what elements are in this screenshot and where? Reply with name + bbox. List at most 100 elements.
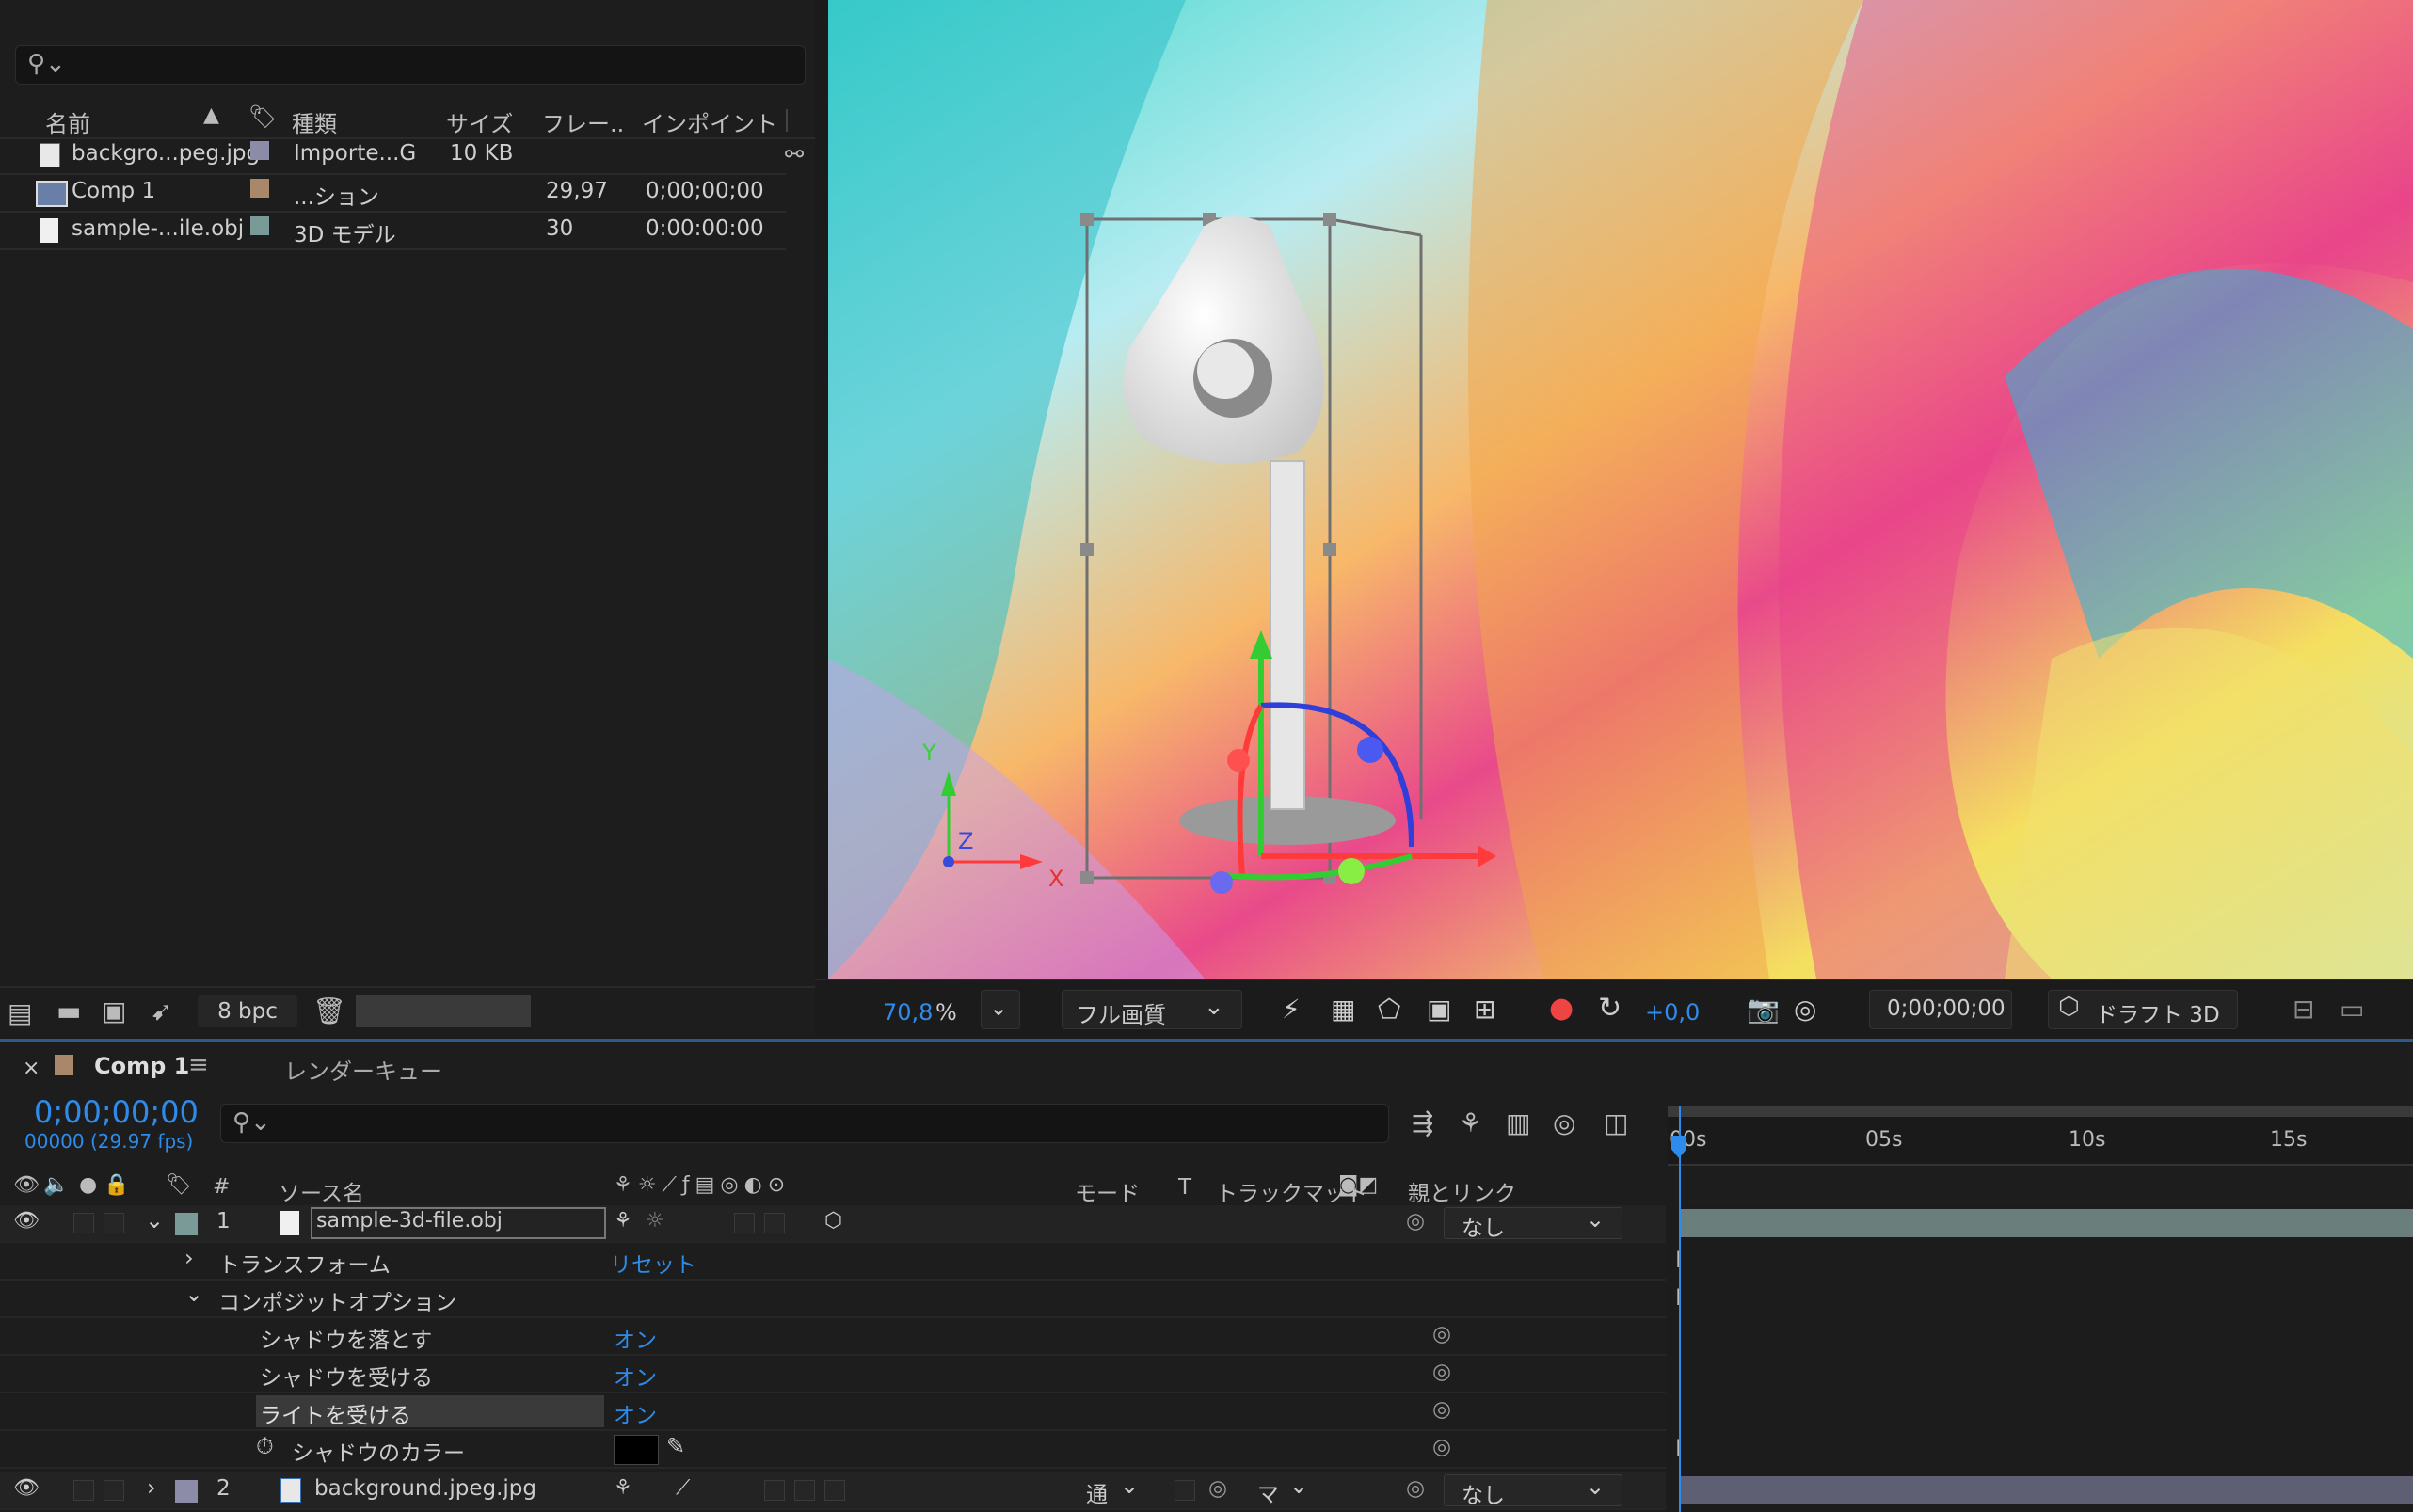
draft-3d-toggle[interactable]: ⬡ ドラフト 3D	[2048, 990, 2238, 1029]
pick-whip-icon[interactable]: ◎	[1406, 1209, 1425, 1233]
flowchart-icon[interactable]: ⚯	[785, 141, 804, 167]
project-item[interactable]: Comp 1 ...ション 29,97 0;00;00;00	[0, 175, 786, 213]
track-area[interactable]: I I I	[1668, 1205, 2413, 1512]
column-type[interactable]: 種類	[292, 105, 337, 138]
shy-layers-icon[interactable]: ⚘	[1459, 1107, 1482, 1138]
3d-layer-icon[interactable]: ⬡	[824, 1209, 842, 1233]
track-matte-pick-whip-icon[interactable]: ◎	[1208, 1476, 1227, 1501]
property-row[interactable]: ⏱ シャドウのカラー ✎ ◎	[0, 1431, 1666, 1469]
close-icon[interactable]: ×	[23, 1057, 40, 1080]
new-composition-icon[interactable]: ▣	[102, 995, 126, 1027]
3d-layer-checkbox[interactable]	[824, 1480, 845, 1501]
3d-view-icon[interactable]: ▭	[2340, 994, 2364, 1025]
pick-whip-icon[interactable]: ◎	[1432, 1322, 1451, 1346]
property-transform[interactable]: トランスフォーム	[218, 1247, 391, 1279]
project-thumbnail-slider[interactable]	[356, 995, 531, 1027]
column-name[interactable]: 名前	[45, 105, 90, 138]
view-layout-icon[interactable]: ⊟	[2293, 994, 2314, 1025]
label-color-swatch[interactable]	[250, 179, 269, 198]
accepts-shadows-value[interactable]: オン	[614, 1360, 657, 1392]
bit-depth-button[interactable]: 8 bpc	[198, 995, 297, 1027]
column-frame[interactable]: フレー..	[542, 105, 624, 138]
new-folder-icon[interactable]: ▬	[56, 995, 81, 1027]
shy-switch-icon[interactable]: ⚘	[614, 1209, 632, 1233]
frame-blending-icon[interactable]: ▥	[1506, 1107, 1530, 1138]
audio-icon[interactable]: 🔈	[43, 1173, 69, 1197]
stopwatch-icon[interactable]: ⏱	[256, 1433, 274, 1459]
label-tag-icon[interactable]: 🏷	[248, 103, 277, 130]
reset-exposure-icon[interactable]: ↻	[1598, 992, 1622, 1025]
snapshot-icon[interactable]: 📷	[1747, 994, 1780, 1025]
pick-whip-icon[interactable]: ◎	[1432, 1435, 1451, 1459]
track-matte-dropdown[interactable]: マ ⌄	[1240, 1472, 1319, 1507]
transparency-grid-icon[interactable]: ▦	[1331, 994, 1355, 1025]
property-row[interactable]: シャドウを受ける オン ◎	[0, 1356, 1666, 1393]
eyedropper-icon[interactable]: ✎	[666, 1433, 685, 1459]
preserve-transparency-checkbox[interactable]	[1175, 1480, 1195, 1501]
adjustment-checkbox[interactable]	[794, 1480, 815, 1501]
shy-switch-icon[interactable]: ⚘	[614, 1476, 632, 1500]
layer-row[interactable]: 👁 › 2 background.jpeg.jpg ⚘ ⟋ 通 ⌄ ◎ マ ⌄ …	[0, 1472, 1666, 1510]
mask-visibility-icon[interactable]: ⬠	[1378, 994, 1400, 1025]
label-color-swatch[interactable]	[250, 141, 269, 160]
column-size[interactable]: サイズ	[446, 105, 513, 138]
column-inpoint[interactable]: インポイント	[642, 105, 777, 138]
sort-ascending-icon[interactable]: ▲	[203, 103, 219, 127]
cast-shadows-value[interactable]: オン	[614, 1322, 657, 1354]
chevron-down-icon[interactable]: ⌄	[184, 1281, 203, 1307]
solo-icon[interactable]: ●	[79, 1173, 97, 1197]
time-ruler[interactable]: 00s 05s 10s 15s	[1668, 1106, 2413, 1166]
layer-label-color[interactable]	[175, 1213, 198, 1235]
property-group-row[interactable]: ⌄ コンポジットオプション	[0, 1281, 1666, 1318]
layer-duration-bar[interactable]	[1679, 1209, 2413, 1237]
current-time-field[interactable]: 0;00;00;00	[1869, 990, 2012, 1029]
trash-icon[interactable]: 🗑	[312, 995, 346, 1027]
eye-icon[interactable]: 👁	[13, 1209, 40, 1233]
interpret-footage-icon[interactable]: ▤	[8, 997, 32, 1028]
motion-blur-checkbox[interactable]	[764, 1480, 785, 1501]
comp-tab[interactable]: Comp 1	[94, 1053, 189, 1079]
blend-mode-dropdown[interactable]: 通 ⌄	[1075, 1472, 1154, 1507]
label-tag-icon[interactable]: 🏷	[166, 1173, 192, 1197]
pick-whip-icon[interactable]: ◎	[1406, 1476, 1425, 1501]
layer-label-color[interactable]	[175, 1480, 198, 1503]
layer-duration-bar[interactable]	[1679, 1476, 2413, 1504]
region-of-interest-icon[interactable]: ▣	[1427, 994, 1451, 1025]
exposure-value[interactable]: +0,0	[1645, 999, 1700, 1026]
zoom-value[interactable]: 70,8	[883, 999, 933, 1026]
project-item[interactable]: sample-...ile.obj 3D モデル 30 0:00:00:00	[0, 213, 786, 250]
pick-whip-icon[interactable]: ◎	[1432, 1360, 1451, 1384]
parent-dropdown[interactable]: なし ⌄	[1444, 1473, 1622, 1508]
layer-row[interactable]: 👁 ⌄ 1 sample-3d-file.obj ⚘ ☼ ⬡ ◎ なし ⌄	[0, 1205, 1666, 1243]
work-area-bar[interactable]	[1668, 1106, 2413, 1117]
property-composite-options[interactable]: コンポジットオプション	[218, 1284, 456, 1316]
comp-flowchart-icon[interactable]: ⇶	[1412, 1107, 1433, 1138]
eye-icon[interactable]: 👁	[13, 1173, 40, 1197]
lock-checkbox[interactable]	[104, 1480, 124, 1501]
eye-icon[interactable]: 👁	[13, 1476, 40, 1500]
pick-whip-icon[interactable]: ◎	[1432, 1397, 1451, 1422]
zoom-dropdown[interactable]: ⌄	[981, 990, 1020, 1029]
chevron-down-icon[interactable]: ⌄	[145, 1207, 164, 1233]
label-color-swatch[interactable]	[250, 216, 269, 235]
quality-switch-icon[interactable]: ⟋	[676, 1476, 690, 1500]
grid-guides-icon[interactable]: ⊞	[1474, 994, 1495, 1025]
property-group-row[interactable]: › トランスフォーム リセット	[0, 1243, 1666, 1281]
property-row[interactable]: ライトを受ける オン ◎	[0, 1393, 1666, 1431]
property-row[interactable]: シャドウを落とす オン ◎	[0, 1318, 1666, 1356]
collapse-switch-icon[interactable]: ☼	[646, 1209, 664, 1233]
solo-checkbox[interactable]	[73, 1480, 94, 1501]
panel-menu-icon[interactable]: ≡	[188, 1051, 209, 1079]
chevron-right-icon[interactable]: ›	[184, 1245, 194, 1271]
current-time-display[interactable]: 0;00;00;00	[34, 1094, 199, 1130]
layer-name[interactable]: background.jpeg.jpg	[314, 1476, 536, 1501]
column-source-name[interactable]: ソース名	[279, 1175, 364, 1207]
solo-checkbox[interactable]	[73, 1213, 94, 1233]
reset-link[interactable]: リセット	[610, 1247, 696, 1279]
lock-icon[interactable]: 🔒	[104, 1173, 129, 1197]
chevron-right-icon[interactable]: ›	[147, 1474, 156, 1501]
lock-checkbox[interactable]	[104, 1213, 124, 1233]
playhead[interactable]	[1679, 1106, 1681, 1512]
composition-viewer[interactable]: Y Z X	[828, 0, 2413, 979]
accepts-lights-value[interactable]: オン	[614, 1397, 657, 1429]
